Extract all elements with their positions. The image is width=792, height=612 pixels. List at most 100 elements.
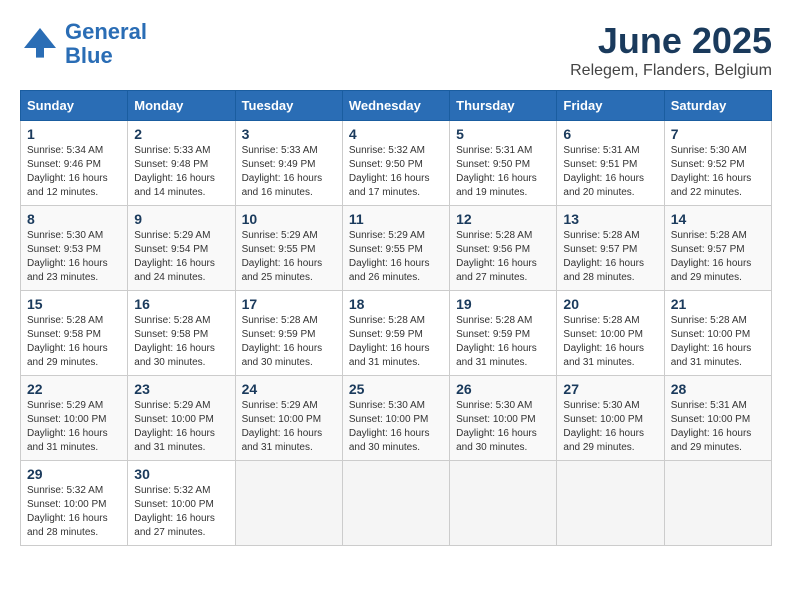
location: Relegem, Flanders, Belgium (570, 62, 772, 80)
calendar-day-cell: 30 Sunrise: 5:32 AMSunset: 10:00 PMDayli… (128, 461, 235, 546)
calendar-weekday: Wednesday (342, 91, 449, 121)
day-info: Sunrise: 5:32 AMSunset: 9:50 PMDaylight:… (349, 144, 443, 200)
day-number: 7 (671, 126, 765, 142)
day-number: 9 (134, 211, 228, 227)
calendar-day-cell: 16 Sunrise: 5:28 AMSunset: 9:58 PMDaylig… (128, 291, 235, 376)
day-info: Sunrise: 5:31 AMSunset: 9:51 PMDaylight:… (563, 144, 657, 200)
day-info: Sunrise: 5:34 AMSunset: 9:46 PMDaylight:… (27, 144, 121, 200)
calendar-day-cell: 28 Sunrise: 5:31 AMSunset: 10:00 PMDayli… (664, 376, 771, 461)
calendar-day-cell (450, 461, 557, 546)
calendar-day-cell: 20 Sunrise: 5:28 AMSunset: 10:00 PMDayli… (557, 291, 664, 376)
logo-line2: Blue (65, 43, 113, 68)
logo: General Blue (20, 20, 147, 68)
calendar-day-cell: 14 Sunrise: 5:28 AMSunset: 9:57 PMDaylig… (664, 206, 771, 291)
calendar-week-row: 29 Sunrise: 5:32 AMSunset: 10:00 PMDayli… (21, 461, 772, 546)
calendar-weekday: Friday (557, 91, 664, 121)
day-number: 21 (671, 296, 765, 312)
calendar-day-cell: 7 Sunrise: 5:30 AMSunset: 9:52 PMDayligh… (664, 121, 771, 206)
day-number: 29 (27, 466, 121, 482)
logo-line1: General (65, 19, 147, 44)
day-info: Sunrise: 5:29 AMSunset: 9:54 PMDaylight:… (134, 229, 228, 285)
title-block: June 2025 Relegem, Flanders, Belgium (570, 20, 772, 80)
calendar-day-cell: 22 Sunrise: 5:29 AMSunset: 10:00 PMDayli… (21, 376, 128, 461)
day-info: Sunrise: 5:30 AMSunset: 9:53 PMDaylight:… (27, 229, 121, 285)
day-info: Sunrise: 5:30 AMSunset: 9:52 PMDaylight:… (671, 144, 765, 200)
calendar-day-cell: 29 Sunrise: 5:32 AMSunset: 10:00 PMDayli… (21, 461, 128, 546)
day-number: 13 (563, 211, 657, 227)
calendar-day-cell: 21 Sunrise: 5:28 AMSunset: 10:00 PMDayli… (664, 291, 771, 376)
calendar-day-cell: 18 Sunrise: 5:28 AMSunset: 9:59 PMDaylig… (342, 291, 449, 376)
calendar-header-row: SundayMondayTuesdayWednesdayThursdayFrid… (21, 91, 772, 121)
day-info: Sunrise: 5:28 AMSunset: 9:59 PMDaylight:… (349, 314, 443, 370)
calendar-day-cell (664, 461, 771, 546)
day-number: 28 (671, 381, 765, 397)
day-info: Sunrise: 5:28 AMSunset: 9:58 PMDaylight:… (134, 314, 228, 370)
day-number: 2 (134, 126, 228, 142)
calendar-day-cell: 2 Sunrise: 5:33 AMSunset: 9:48 PMDayligh… (128, 121, 235, 206)
day-number: 12 (456, 211, 550, 227)
day-info: Sunrise: 5:28 AMSunset: 9:58 PMDaylight:… (27, 314, 121, 370)
day-number: 17 (242, 296, 336, 312)
day-number: 19 (456, 296, 550, 312)
calendar-day-cell: 4 Sunrise: 5:32 AMSunset: 9:50 PMDayligh… (342, 121, 449, 206)
day-info: Sunrise: 5:32 AMSunset: 10:00 PMDaylight… (134, 484, 228, 540)
calendar-day-cell (557, 461, 664, 546)
calendar-weekday: Tuesday (235, 91, 342, 121)
day-info: Sunrise: 5:28 AMSunset: 10:00 PMDaylight… (671, 314, 765, 370)
day-number: 20 (563, 296, 657, 312)
day-info: Sunrise: 5:29 AMSunset: 10:00 PMDaylight… (27, 399, 121, 455)
day-number: 4 (349, 126, 443, 142)
logo-text: General Blue (65, 20, 147, 68)
calendar-week-row: 15 Sunrise: 5:28 AMSunset: 9:58 PMDaylig… (21, 291, 772, 376)
calendar-day-cell: 8 Sunrise: 5:30 AMSunset: 9:53 PMDayligh… (21, 206, 128, 291)
calendar-day-cell: 25 Sunrise: 5:30 AMSunset: 10:00 PMDayli… (342, 376, 449, 461)
calendar-weekday: Sunday (21, 91, 128, 121)
day-number: 8 (27, 211, 121, 227)
calendar-day-cell (235, 461, 342, 546)
month-title: June 2025 (570, 20, 772, 62)
day-number: 24 (242, 381, 336, 397)
calendar-day-cell: 12 Sunrise: 5:28 AMSunset: 9:56 PMDaylig… (450, 206, 557, 291)
calendar-day-cell: 10 Sunrise: 5:29 AMSunset: 9:55 PMDaylig… (235, 206, 342, 291)
calendar-day-cell: 3 Sunrise: 5:33 AMSunset: 9:49 PMDayligh… (235, 121, 342, 206)
calendar-day-cell: 11 Sunrise: 5:29 AMSunset: 9:55 PMDaylig… (342, 206, 449, 291)
calendar-day-cell: 19 Sunrise: 5:28 AMSunset: 9:59 PMDaylig… (450, 291, 557, 376)
day-number: 25 (349, 381, 443, 397)
calendar-weekday: Saturday (664, 91, 771, 121)
calendar-day-cell: 24 Sunrise: 5:29 AMSunset: 10:00 PMDayli… (235, 376, 342, 461)
day-number: 15 (27, 296, 121, 312)
calendar-weekday: Monday (128, 91, 235, 121)
calendar-table: SundayMondayTuesdayWednesdayThursdayFrid… (20, 90, 772, 546)
day-info: Sunrise: 5:30 AMSunset: 10:00 PMDaylight… (563, 399, 657, 455)
calendar-week-row: 22 Sunrise: 5:29 AMSunset: 10:00 PMDayli… (21, 376, 772, 461)
calendar-day-cell: 15 Sunrise: 5:28 AMSunset: 9:58 PMDaylig… (21, 291, 128, 376)
day-info: Sunrise: 5:29 AMSunset: 10:00 PMDaylight… (134, 399, 228, 455)
day-info: Sunrise: 5:30 AMSunset: 10:00 PMDaylight… (349, 399, 443, 455)
day-info: Sunrise: 5:28 AMSunset: 9:56 PMDaylight:… (456, 229, 550, 285)
calendar-day-cell: 27 Sunrise: 5:30 AMSunset: 10:00 PMDayli… (557, 376, 664, 461)
calendar-day-cell: 13 Sunrise: 5:28 AMSunset: 9:57 PMDaylig… (557, 206, 664, 291)
calendar-weekday: Thursday (450, 91, 557, 121)
calendar-day-cell (342, 461, 449, 546)
day-number: 5 (456, 126, 550, 142)
calendar-day-cell: 6 Sunrise: 5:31 AMSunset: 9:51 PMDayligh… (557, 121, 664, 206)
day-number: 18 (349, 296, 443, 312)
day-number: 26 (456, 381, 550, 397)
day-number: 6 (563, 126, 657, 142)
day-number: 23 (134, 381, 228, 397)
day-info: Sunrise: 5:29 AMSunset: 9:55 PMDaylight:… (349, 229, 443, 285)
day-info: Sunrise: 5:29 AMSunset: 10:00 PMDaylight… (242, 399, 336, 455)
calendar-day-cell: 1 Sunrise: 5:34 AMSunset: 9:46 PMDayligh… (21, 121, 128, 206)
day-info: Sunrise: 5:28 AMSunset: 9:59 PMDaylight:… (456, 314, 550, 370)
day-number: 14 (671, 211, 765, 227)
calendar-week-row: 1 Sunrise: 5:34 AMSunset: 9:46 PMDayligh… (21, 121, 772, 206)
day-number: 11 (349, 211, 443, 227)
calendar-day-cell: 9 Sunrise: 5:29 AMSunset: 9:54 PMDayligh… (128, 206, 235, 291)
day-info: Sunrise: 5:30 AMSunset: 10:00 PMDaylight… (456, 399, 550, 455)
day-info: Sunrise: 5:28 AMSunset: 9:57 PMDaylight:… (671, 229, 765, 285)
calendar-day-cell: 5 Sunrise: 5:31 AMSunset: 9:50 PMDayligh… (450, 121, 557, 206)
day-info: Sunrise: 5:28 AMSunset: 9:59 PMDaylight:… (242, 314, 336, 370)
calendar-week-row: 8 Sunrise: 5:30 AMSunset: 9:53 PMDayligh… (21, 206, 772, 291)
page-header: General Blue June 2025 Relegem, Flanders… (20, 20, 772, 80)
day-number: 27 (563, 381, 657, 397)
